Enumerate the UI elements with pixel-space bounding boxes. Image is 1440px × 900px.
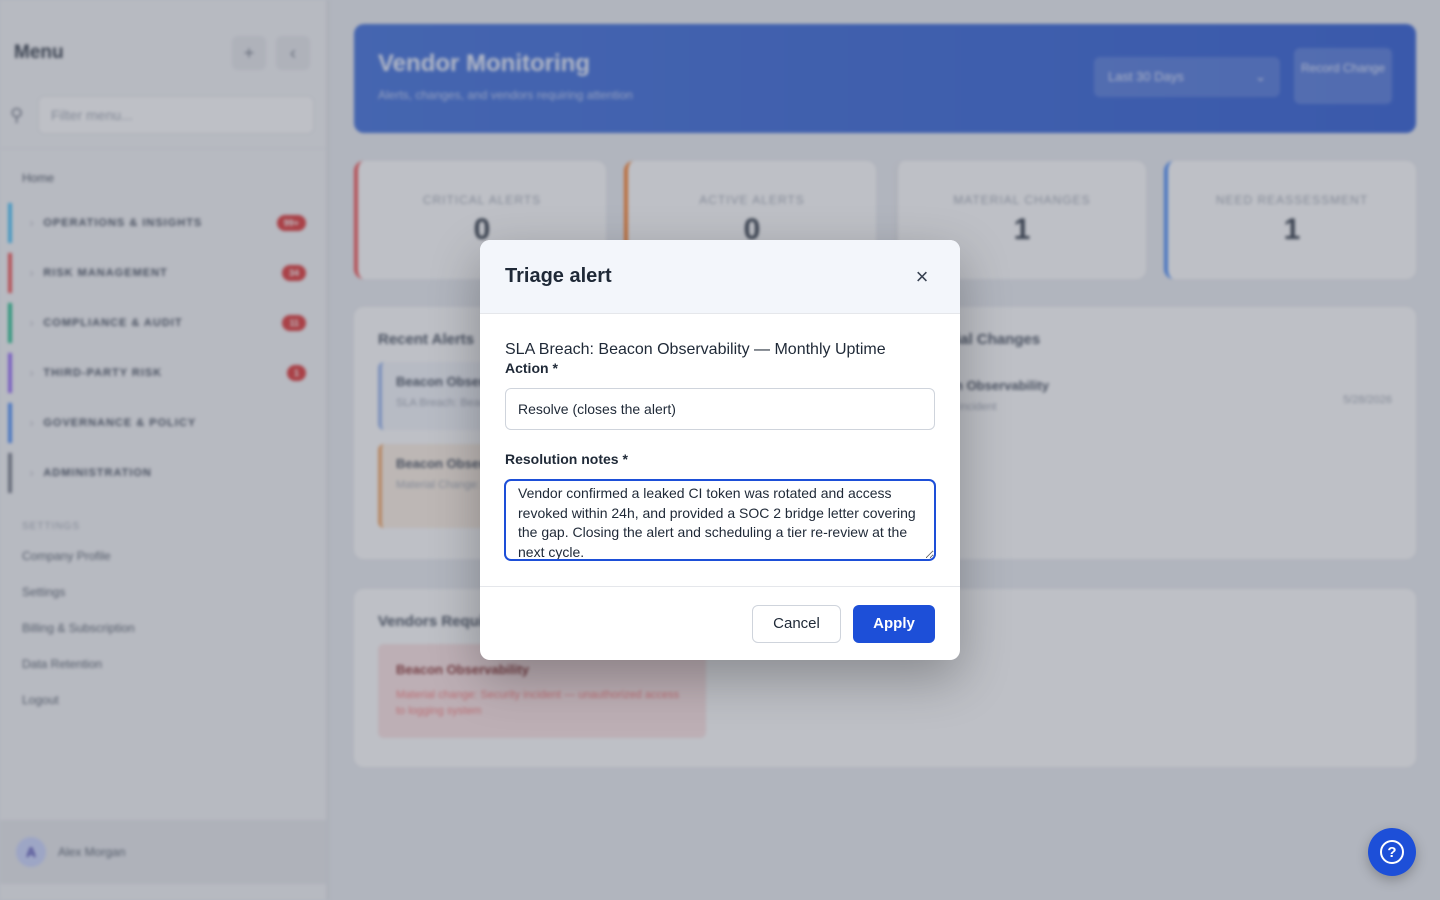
modal-body: SLA Breach: Beacon Observability — Month… — [480, 314, 960, 560]
modal-footer: Cancel Apply — [480, 586, 960, 660]
alert-context: SLA Breach: Beacon Observability — Month… — [505, 341, 886, 358]
close-icon: × — [915, 263, 929, 289]
triage-alert-modal: Triage alert × SLA Breach: Beacon Observ… — [480, 240, 960, 660]
help-circle-icon: ? — [1380, 840, 1404, 864]
modal-title: Triage alert — [505, 265, 612, 287]
close-button[interactable]: × — [910, 263, 934, 289]
apply-button[interactable]: Apply — [853, 604, 935, 643]
resolution-notes-textarea[interactable]: Vendor confirmed a leaked CI token was r… — [505, 480, 935, 560]
cancel-button[interactable]: Cancel — [752, 604, 841, 643]
resolution-notes-label: Resolution notes * — [505, 451, 628, 467]
help-button[interactable]: ? — [1368, 828, 1416, 876]
action-label: Action * — [505, 360, 558, 376]
modal-header: Triage alert × — [480, 240, 960, 314]
action-select[interactable]: Resolve (closes the alert) — [505, 388, 935, 430]
